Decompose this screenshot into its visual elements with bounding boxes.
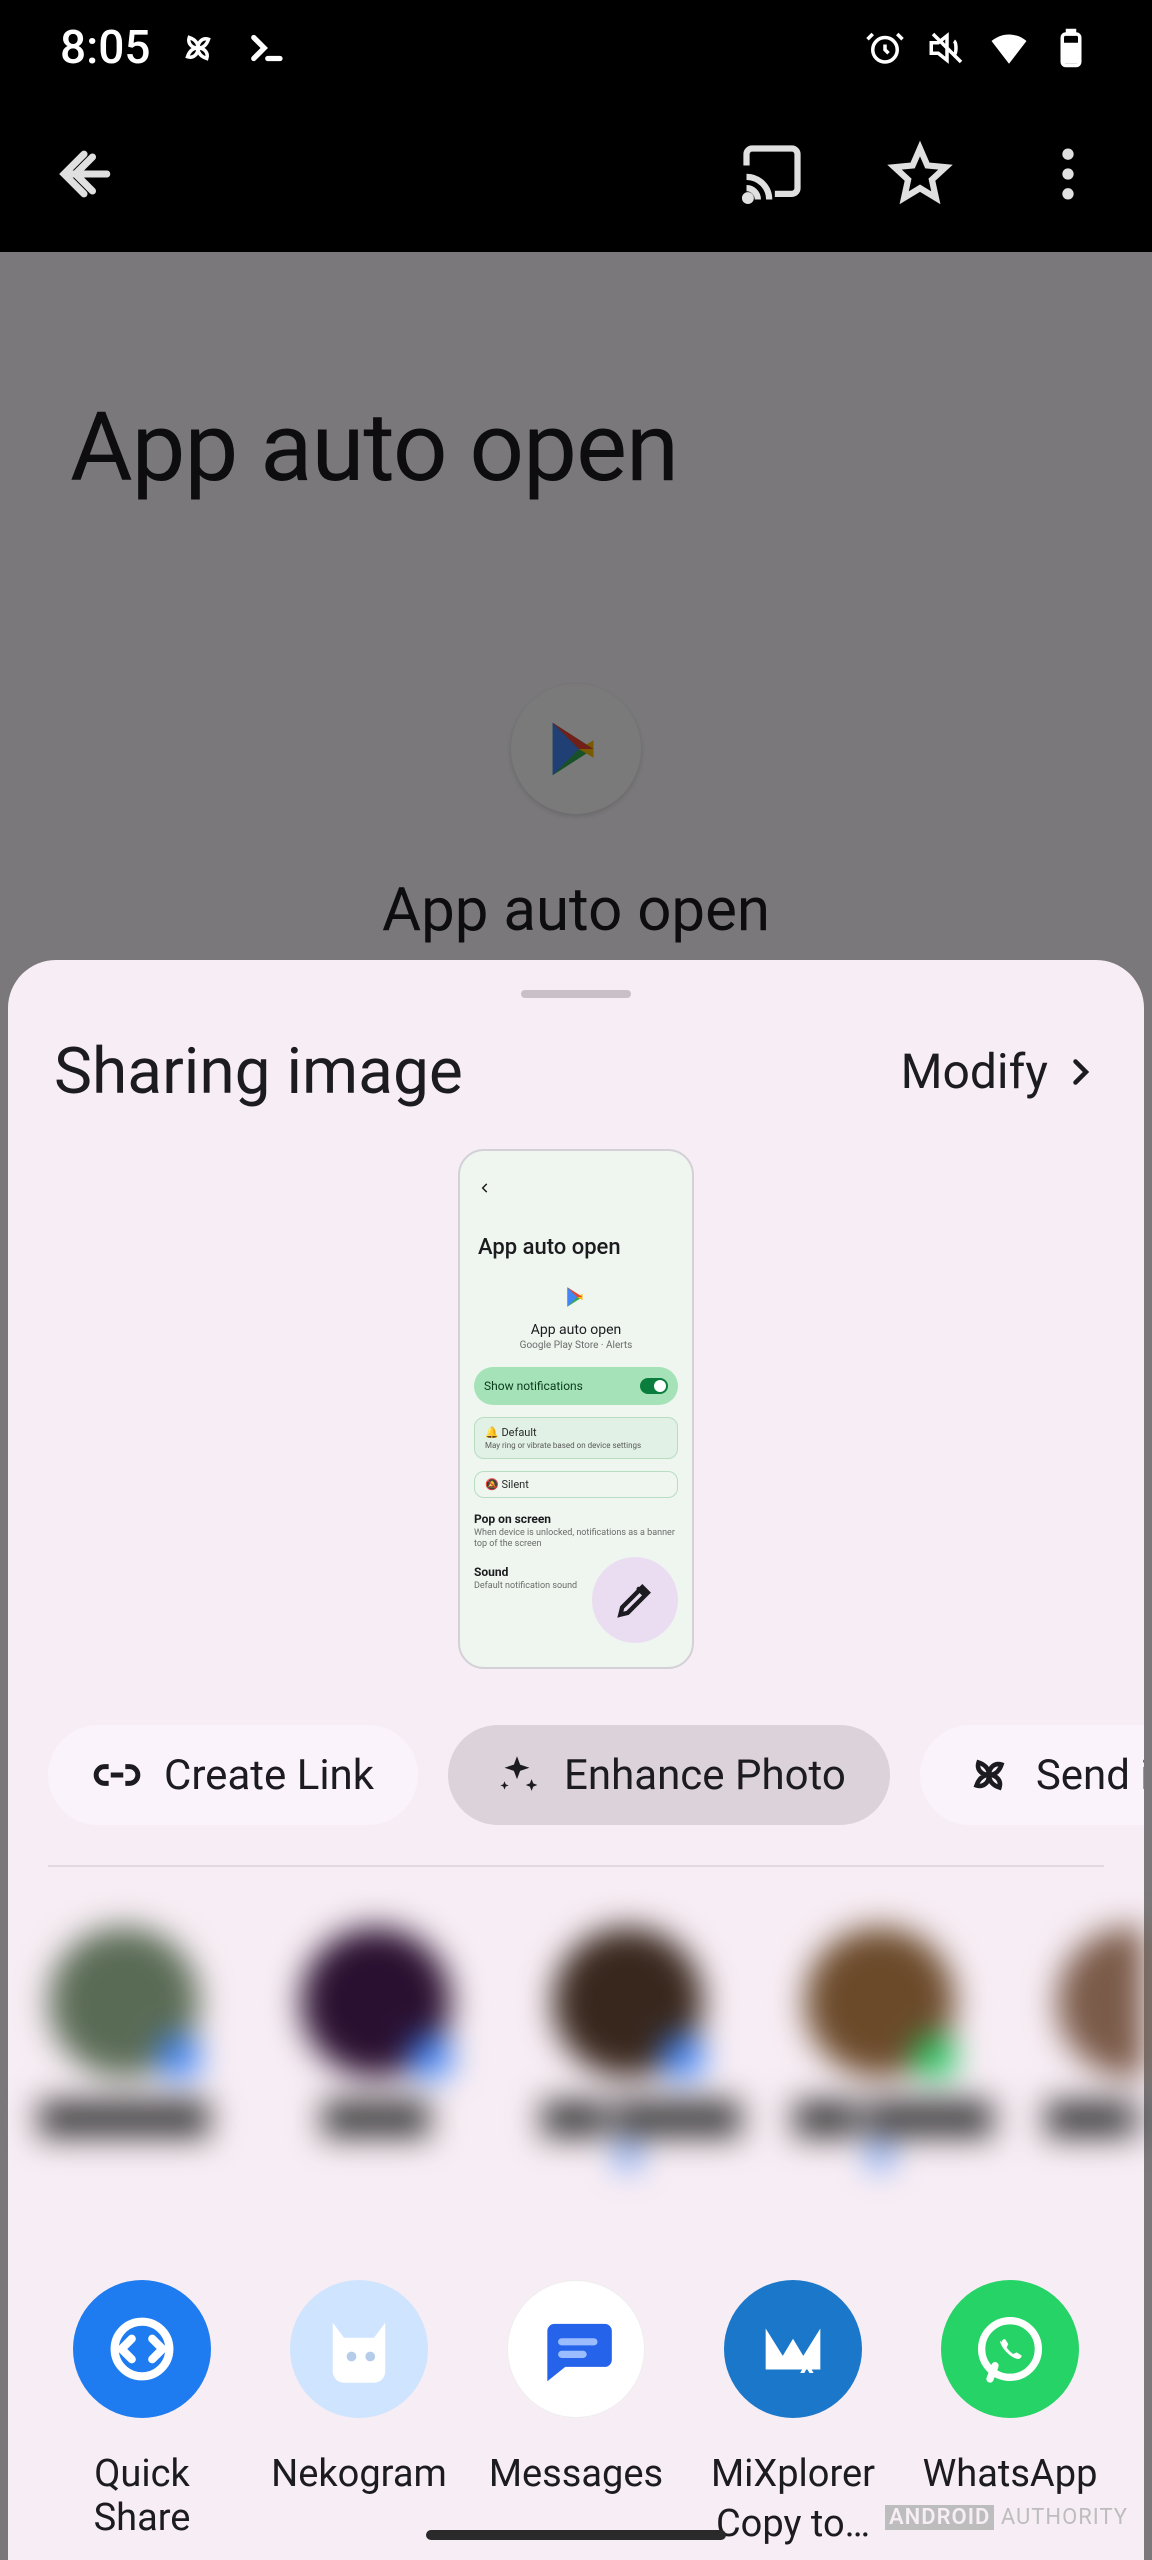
mini-toggle-label: Show notifications <box>484 1379 583 1393</box>
contacts-row: ████████ █████ ███ ██████ ███ ██████ ███… <box>8 1867 1144 2208</box>
app-messages[interactable]: Messages <box>476 2280 676 2546</box>
mini-card-default: 🔔 Default May ring or vibrate based on d… <box>474 1417 678 1459</box>
app-label: Quick Share <box>42 2452 242 2540</box>
wifi-icon <box>988 27 1030 69</box>
svg-text:x: x <box>800 2348 814 2380</box>
app-label: MiXplorer <box>693 2452 893 2496</box>
chip-create-link[interactable]: Create Link <box>48 1725 418 1825</box>
share-sheet: Sharing image Modify App auto open App a… <box>8 960 1144 2560</box>
terminal-icon <box>245 27 287 69</box>
mini-play-icon <box>563 1284 589 1310</box>
modify-button[interactable]: Modify <box>901 1043 1098 1100</box>
back-icon[interactable] <box>50 140 118 208</box>
quick-share-icon <box>101 2308 183 2390</box>
contact-item[interactable]: █████ <box>290 1927 462 2168</box>
mini-switch-icon <box>640 1378 668 1394</box>
watermark: ANDROID AUTHORITY <box>885 2505 1128 2530</box>
star-outline-icon[interactable] <box>886 140 954 208</box>
battery-icon <box>1050 27 1092 69</box>
app-label: Messages <box>476 2452 676 2496</box>
contact-item[interactable]: ████ █████ <box>1046 1927 1144 2168</box>
chevron-right-icon <box>1062 1054 1098 1090</box>
chip-send-in-photos[interactable]: Send in Photos <box>920 1725 1144 1825</box>
mixplorer-icon: x <box>752 2308 834 2390</box>
action-chips: Create Link Enhance Photo Send in Photos… <box>8 1705 1144 1865</box>
chip-label: Send in Photos <box>1036 1751 1144 1800</box>
more-vert-icon[interactable] <box>1034 140 1102 208</box>
link-icon <box>92 1750 142 1800</box>
whatsapp-icon <box>970 2309 1050 2389</box>
sparkle-icon <box>492 1750 542 1800</box>
drag-handle[interactable] <box>521 990 631 998</box>
mini-card-silent: 🔕 Silent <box>474 1471 678 1498</box>
app-label: Nekogram <box>259 2452 459 2496</box>
status-bar: 8:05 <box>0 0 1152 96</box>
mini-caption: Google Play Store · Alerts <box>460 1340 692 1351</box>
contact-item[interactable]: ███ ██████ <box>794 1927 966 2168</box>
nekogram-icon <box>314 2304 404 2394</box>
app-targets: Quick Share Nekogram Messages x MiXplore… <box>8 2208 1144 2546</box>
edit-badge[interactable] <box>592 1557 678 1643</box>
messages-icon <box>533 2306 619 2392</box>
nav-gesture-pill[interactable] <box>426 2530 726 2540</box>
pinwheel-icon <box>177 27 219 69</box>
chip-enhance-photo[interactable]: Enhance Photo <box>448 1725 890 1825</box>
cast-icon[interactable] <box>738 140 806 208</box>
photos-icon <box>964 1750 1014 1800</box>
contact-item[interactable]: ████████ <box>38 1927 210 2168</box>
contact-item[interactable]: ███ ██████ <box>542 1927 714 2168</box>
app-label: WhatsApp <box>910 2452 1110 2496</box>
app-nekogram[interactable]: Nekogram <box>259 2280 459 2546</box>
pencil-icon <box>613 1578 657 1622</box>
mute-icon <box>926 27 968 69</box>
mini-title: App auto open <box>460 1195 692 1260</box>
mini-toggle: Show notifications <box>474 1367 678 1405</box>
app-quick-share[interactable]: Quick Share <box>42 2280 242 2546</box>
mini-back-icon <box>478 1181 492 1195</box>
chip-label: Create Link <box>164 1751 374 1800</box>
preview-thumbnail[interactable]: App auto open App auto open Google Play … <box>458 1149 694 1669</box>
app-header <box>0 96 1152 252</box>
modify-label: Modify <box>901 1043 1048 1100</box>
sheet-title: Sharing image <box>54 1034 463 1109</box>
alarm-icon <box>864 27 906 69</box>
app-mixplorer[interactable]: x MiXplorer Copy to… <box>693 2280 893 2546</box>
mini-subtitle: App auto open <box>460 1322 692 1338</box>
mini-row-pop: Pop on screen When device is unlocked, n… <box>474 1512 678 1551</box>
status-time: 8:05 <box>60 21 151 75</box>
chip-label: Enhance Photo <box>564 1751 846 1800</box>
